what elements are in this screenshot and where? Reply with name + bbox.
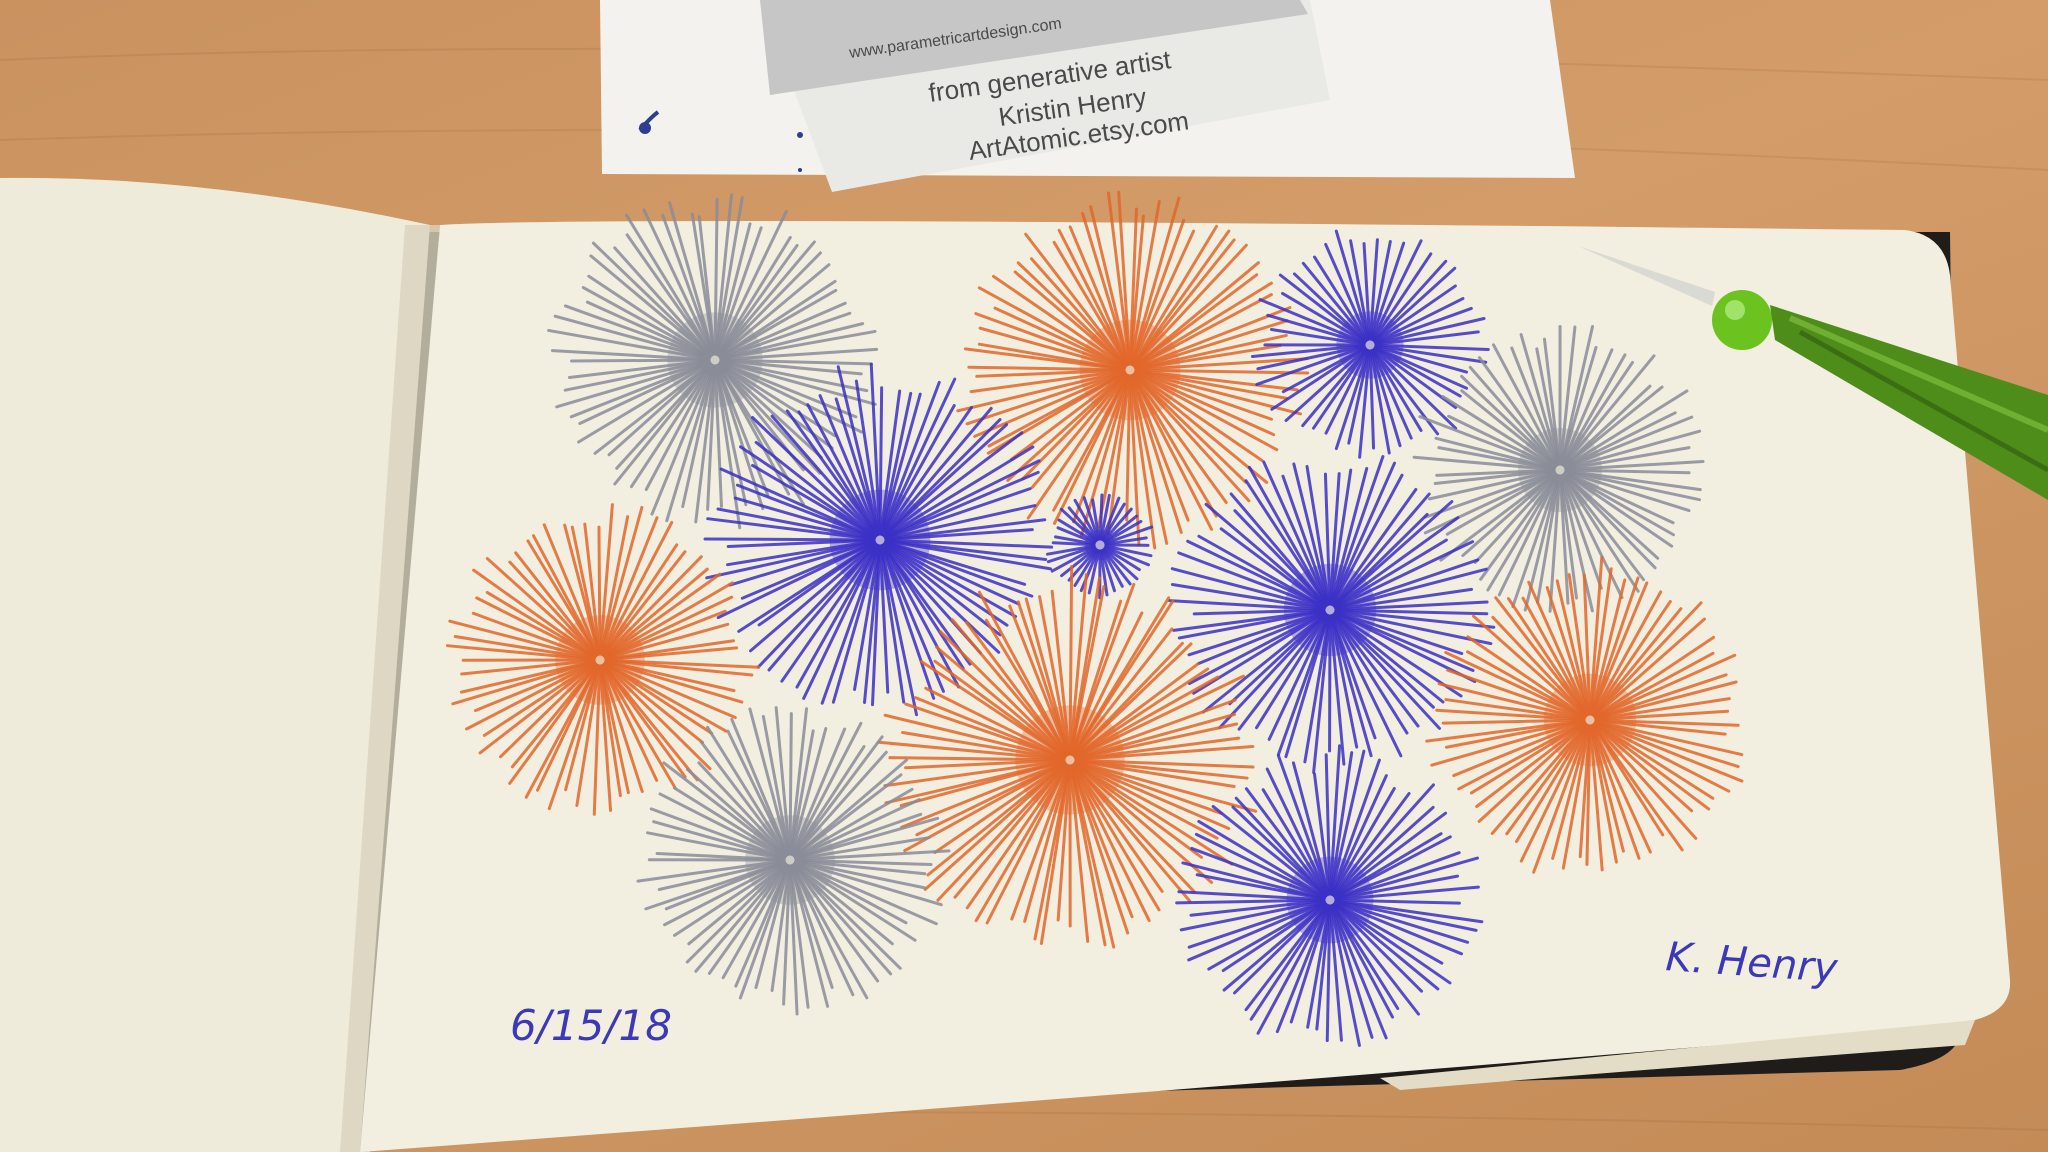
pen-green-bead bbox=[1712, 290, 1772, 350]
photo-scene: www.parametricartdesign.com from generat… bbox=[0, 0, 2048, 1152]
date-inscription: 6/15/18 bbox=[510, 1001, 672, 1050]
